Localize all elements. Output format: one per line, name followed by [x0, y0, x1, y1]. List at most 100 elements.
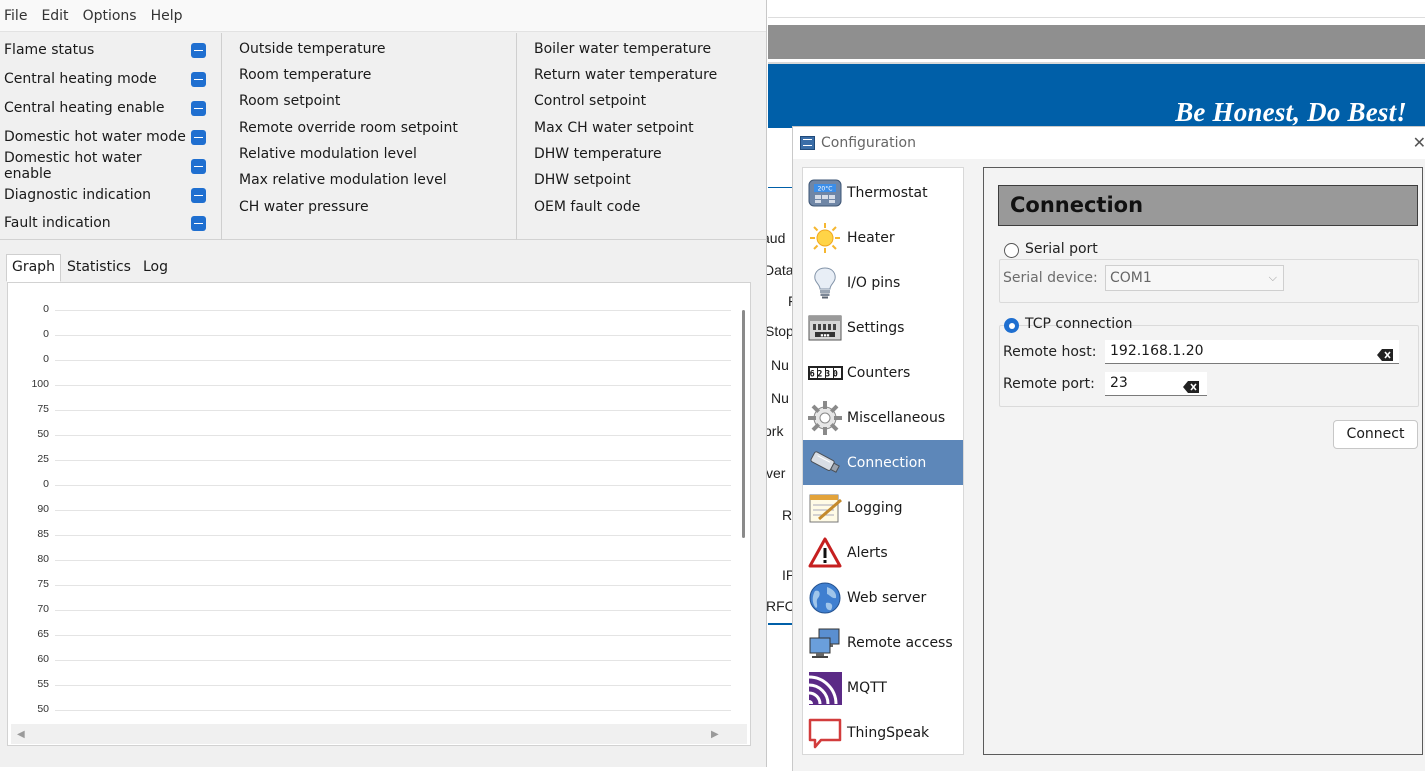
config-item-connection[interactable]: Connection: [803, 440, 963, 485]
scroll-right-icon[interactable]: ▶: [711, 729, 719, 740]
graph-tick-label: 25: [37, 453, 49, 465]
config-item-mqtt[interactable]: MQTT: [803, 665, 963, 710]
counter-digits: 6230: [810, 369, 841, 379]
flag-indicator[interactable]: [191, 129, 206, 145]
config-item-label: Miscellaneous: [847, 409, 946, 426]
flag-central-heating-mode: Central heating mode: [4, 67, 218, 91]
config-item-remote-access[interactable]: Remote access: [803, 620, 963, 665]
clear-icon[interactable]: [1183, 378, 1199, 393]
value-label: DHW temperature: [534, 146, 662, 162]
panel-heading: Connection: [998, 185, 1418, 226]
sun-icon: [807, 221, 843, 255]
flag-label: Central heating enable: [4, 100, 165, 116]
tcp-connection-label: TCP connection: [1025, 316, 1133, 332]
flag-dhw-mode: Domestic hot water mode: [4, 125, 218, 149]
graph-vertical-scrollbar[interactable]: [741, 288, 749, 722]
value-label: Remote override room setpoint: [239, 120, 458, 136]
tab-graph[interactable]: Graph: [6, 254, 61, 282]
menu-edit[interactable]: Edit: [41, 8, 68, 24]
flag-label: Domestic hot water mode: [4, 129, 186, 145]
chevron-down-icon: ⌵: [1268, 271, 1277, 284]
flag-diagnostic-indication: Diagnostic indication: [4, 183, 218, 207]
flag-indicator[interactable]: [191, 42, 206, 58]
flag-label: Flame status: [4, 42, 95, 58]
configuration-dialog: Configuration ✕ 20°C Thermostat Heater I…: [792, 126, 1425, 771]
graph-tick-label: 80: [37, 553, 49, 565]
graph-tick-label: 0: [43, 478, 49, 490]
config-item-settings[interactable]: ▪▪▪ Settings: [803, 305, 963, 350]
config-item-thermostat[interactable]: 20°C Thermostat: [803, 170, 963, 215]
graph-tick-label: 50: [37, 703, 49, 715]
config-item-label: Logging: [847, 499, 903, 516]
menu-help[interactable]: Help: [151, 8, 183, 24]
remote-host-field[interactable]: 192.168.1.20: [1105, 340, 1399, 364]
page-text-fragment: Stop: [765, 323, 794, 339]
graph-area: 000100755025090858075706560555045: [11, 288, 735, 723]
page-text-fragment: R: [782, 507, 793, 523]
clear-icon[interactable]: [1377, 346, 1393, 361]
flag-indicator[interactable]: [191, 71, 206, 87]
graph-gridline: [55, 335, 731, 336]
tcp-connection-radio[interactable]: [1004, 318, 1019, 333]
config-item-logging[interactable]: Logging: [803, 485, 963, 530]
value-label: CH water pressure: [239, 199, 369, 215]
connection-settings-panel: Connection Serial port Serial device: CO…: [983, 167, 1423, 755]
config-item-counters[interactable]: 6230 Counters: [803, 350, 963, 395]
graph-gridline: [55, 635, 731, 636]
svg-text:▪▪▪: ▪▪▪: [820, 333, 829, 338]
tab-statistics[interactable]: Statistics: [61, 254, 137, 282]
flag-indicator[interactable]: [191, 215, 206, 231]
scroll-left-icon[interactable]: ◀: [17, 729, 25, 740]
graph-gridline: [55, 710, 731, 711]
menu-file[interactable]: File: [4, 8, 27, 24]
monitor-window: File Edit Options Help Flame status Cent…: [0, 0, 767, 767]
menu-options[interactable]: Options: [83, 8, 137, 24]
config-item-web-server[interactable]: Web server: [803, 575, 963, 620]
remote-host-value: 192.168.1.20: [1110, 343, 1204, 359]
config-item-label: Alerts: [847, 544, 888, 561]
flag-fault-indication: Fault indication: [4, 211, 218, 235]
serial-device-label: Serial device:: [1003, 270, 1098, 286]
counter-icon: 6230: [807, 356, 843, 390]
lightbulb-icon: [807, 266, 843, 300]
graph-tick-label: 65: [37, 628, 49, 640]
value-label: OEM fault code: [534, 199, 641, 215]
graph-gridline: [55, 685, 731, 686]
config-item-label: ThingSpeak: [847, 724, 930, 741]
flag-indicator[interactable]: [191, 100, 206, 116]
graph-horizontal-scrollbar[interactable]: ◀ ▶: [11, 724, 747, 744]
graph-tick-label: 60: [37, 653, 49, 665]
config-item-io-pins[interactable]: I/O pins: [803, 260, 963, 305]
tab-log[interactable]: Log: [137, 254, 174, 282]
graph-gridline: [55, 535, 731, 536]
remote-port-value: 23: [1110, 375, 1128, 391]
config-item-label: Web server: [847, 589, 927, 606]
close-icon[interactable]: ✕: [1413, 133, 1425, 152]
scrollbar-thumb[interactable]: [742, 310, 745, 538]
config-item-thingspeak[interactable]: ThingSpeak: [803, 710, 963, 755]
flag-indicator[interactable]: [191, 187, 206, 203]
status-panel: Flame status Central heating mode Centra…: [0, 33, 767, 240]
mqtt-icon: [807, 671, 843, 705]
graph-gridline: [55, 660, 731, 661]
remote-port-field[interactable]: 23: [1105, 372, 1207, 396]
speech-bubble-icon: [807, 716, 843, 750]
config-item-heater[interactable]: Heater: [803, 215, 963, 260]
remote-port-label: Remote port:: [1003, 376, 1095, 392]
serial-port-radio[interactable]: [1004, 243, 1019, 258]
config-item-miscellaneous[interactable]: Miscellaneous: [803, 395, 963, 440]
page-text-fragment: Nu: [771, 390, 789, 406]
globe-icon: [807, 581, 843, 615]
graph-gridline: [55, 435, 731, 436]
serial-device-select[interactable]: COM1 ⌵: [1105, 265, 1284, 291]
value-label: DHW setpoint: [534, 172, 631, 188]
gear-icon: [807, 400, 843, 435]
graph-gridline: [55, 585, 731, 586]
graph-tick-label: 90: [37, 503, 49, 515]
value-label: Relative modulation level: [239, 146, 417, 162]
config-item-alerts[interactable]: Alerts: [803, 530, 963, 575]
value-label: Room setpoint: [239, 93, 341, 109]
connect-button[interactable]: Connect: [1333, 420, 1418, 449]
config-category-list: 20°C Thermostat Heater I/O pins ▪▪▪ Sett…: [802, 167, 964, 755]
flag-indicator[interactable]: [191, 158, 206, 174]
